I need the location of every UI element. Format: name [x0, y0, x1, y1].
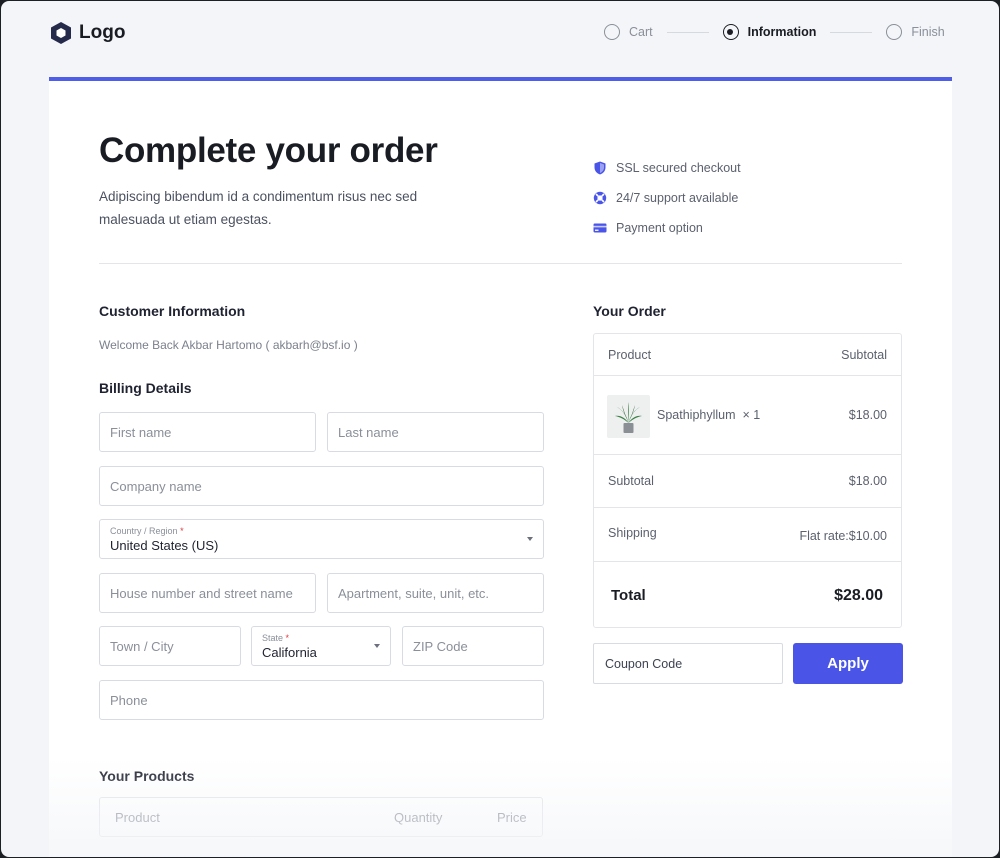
order-header-row: Product Subtotal — [594, 334, 901, 376]
order-total-row: Total $28.00 — [594, 562, 901, 628]
logo[interactable]: Logo — [49, 21, 125, 45]
shipping-label: Shipping — [608, 526, 657, 540]
step-label: Finish — [911, 25, 945, 39]
state-value: California — [262, 644, 317, 660]
order-summary: Product Subtotal Spathiphyllum × 1 $18.0… — [593, 333, 902, 628]
page-subtitle: Adipiscing bibendum id a condimentum ris… — [99, 189, 418, 227]
feature-support: 24/7 support available — [593, 183, 741, 213]
street-address-field[interactable]: House number and street name — [99, 573, 316, 613]
plant-image — [615, 402, 642, 433]
zip-code-field[interactable]: ZIP Code — [402, 626, 544, 666]
state-select[interactable]: State * California — [251, 626, 391, 666]
logo-hexagon-icon — [51, 22, 71, 44]
total-value: $28.00 — [834, 587, 883, 604]
apartment-field[interactable]: Apartment, suite, unit, etc. — [327, 573, 544, 613]
feature-payment: Payment option — [593, 213, 741, 243]
company-name-field[interactable]: Company name — [99, 466, 544, 506]
phone-field[interactable]: Phone — [99, 680, 544, 720]
step-cart[interactable]: Cart — [604, 24, 653, 40]
logo-text: Logo — [79, 22, 126, 43]
shield-icon — [594, 161, 606, 175]
step-label: Information — [747, 25, 817, 39]
step-connector — [830, 31, 873, 33]
shipping-value: Flat rate:$10.00 — [799, 529, 887, 543]
checkout-window: Logo Cart Information Finish Complete yo… — [1, 1, 999, 857]
country-value: United States (US) — [110, 537, 219, 553]
order-item-price: $18.00 — [848, 408, 887, 422]
step-connector — [666, 31, 709, 33]
first-name-field[interactable]: First name — [99, 412, 316, 452]
feature-label: SSL secured checkout — [616, 161, 741, 175]
order-col-subtotal: Subtotal — [841, 348, 887, 362]
country-label: Country / Region * — [110, 525, 184, 536]
credit-card-icon — [593, 223, 607, 233]
country-select[interactable]: Country / Region * United States (US) — [99, 519, 544, 559]
lifebuoy-icon — [593, 191, 607, 205]
city-field[interactable]: Town / City — [99, 626, 241, 666]
feature-list: SSL secured checkout 24/7 support availa… — [593, 153, 741, 243]
state-label: State * — [262, 632, 290, 643]
step-information[interactable]: Information — [722, 24, 817, 40]
products-table-header: Product Quantity Price — [99, 797, 543, 837]
chevron-down-icon — [374, 644, 380, 648]
order-subtotal-row: Subtotal $18.00 — [594, 455, 901, 508]
checkout-card: Complete your order Adipiscing bibendum … — [49, 77, 952, 857]
step-radio-icon — [604, 24, 620, 40]
order-col-product: Product — [608, 348, 652, 362]
billing-details-title: Billing Details — [99, 380, 192, 396]
subtotal-label: Subtotal — [608, 474, 654, 488]
step-radio-icon — [886, 24, 903, 40]
order-item-name: Spathiphyllum × 1 — [657, 408, 761, 422]
your-products-title: Your Products — [99, 768, 195, 784]
step-finish[interactable]: Finish — [886, 24, 945, 40]
product-thumbnail — [607, 395, 650, 438]
column-quantity: Quantity — [394, 810, 443, 825]
step-radio-selected-icon — [722, 24, 739, 40]
order-shipping-row: Shipping Flat rate:$10.00 — [594, 508, 901, 562]
subtotal-value: $18.00 — [848, 474, 887, 488]
page-title: Complete your order — [99, 131, 438, 170]
coupon-code-input[interactable]: Coupon Code — [593, 643, 783, 684]
total-label: Total — [611, 587, 646, 604]
section-divider — [99, 263, 902, 264]
apply-coupon-button[interactable]: Apply — [793, 643, 903, 684]
checkout-steps: Cart Information Finish — [604, 24, 945, 40]
feature-ssl: SSL secured checkout — [593, 153, 741, 183]
feature-label: Payment option — [616, 221, 703, 235]
your-order-title: Your Order — [593, 303, 666, 319]
last-name-field[interactable]: Last name — [327, 412, 544, 452]
order-item-row: Spathiphyllum × 1 $18.00 — [594, 376, 901, 455]
step-label: Cart — [629, 25, 653, 39]
customer-info-title: Customer Information — [99, 303, 246, 319]
chevron-down-icon — [527, 537, 533, 541]
welcome-text: Welcome Back Akbar Hartomo ( akbarh@bsf.… — [99, 338, 358, 352]
column-price: Price — [497, 810, 527, 825]
column-product: Product — [115, 810, 160, 825]
feature-label: 24/7 support available — [616, 191, 739, 205]
